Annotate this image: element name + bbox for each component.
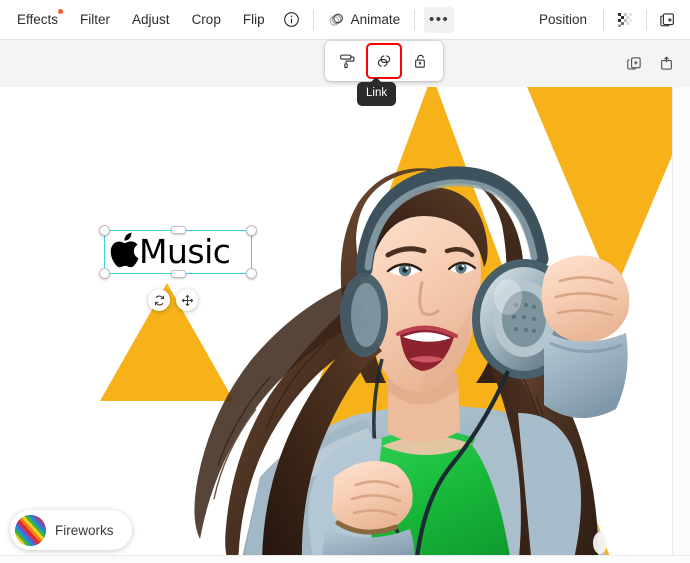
fireworks-app-button[interactable]: Fireworks: [10, 510, 132, 550]
resize-handle-bottom-center[interactable]: [171, 270, 186, 278]
link-tooltip: Link: [357, 77, 397, 106]
top-toolbar: Effects Filter Adjust Crop Flip Animate …: [0, 0, 690, 40]
toolbar-item-filter-label: Filter: [80, 11, 111, 27]
canvas-bottom-gutter: [0, 555, 690, 563]
toolbar-item-flip-label: Flip: [242, 11, 265, 27]
toolbar-item-effects[interactable]: Effects: [8, 7, 67, 33]
animate-icon: [327, 11, 345, 29]
paint-roller-icon: [338, 52, 357, 71]
animate-button[interactable]: Animate: [321, 7, 410, 33]
selection-context-toolbar: [325, 41, 443, 81]
app-window: Effects Filter Adjust Crop Flip Animate …: [0, 0, 690, 563]
resize-handle-top-left[interactable]: [99, 225, 110, 236]
toolbar-divider-3: [603, 9, 604, 30]
resize-handle-top-center[interactable]: [171, 226, 186, 234]
link-button[interactable]: [365, 43, 402, 79]
resize-handle-top-right[interactable]: [246, 225, 257, 236]
fireworks-label: Fireworks: [55, 522, 114, 538]
artboard[interactable]: Music: [0, 87, 672, 555]
transparency-checkerboard-icon[interactable]: [611, 6, 639, 34]
apple-logo-icon: [107, 232, 141, 272]
resize-handle-bottom-left[interactable]: [99, 268, 110, 279]
more-options-label: •••: [428, 10, 450, 28]
format-painter-button[interactable]: [332, 46, 362, 76]
position-button[interactable]: Position: [530, 7, 596, 33]
apple-music-logo: Music: [105, 231, 251, 273]
add-page-icon[interactable]: [652, 49, 680, 77]
music-text: Music: [139, 232, 231, 271]
move-handle-button[interactable]: [176, 289, 198, 311]
toolbar-item-crop-label: Crop: [191, 11, 221, 27]
toolbar-divider-4: [646, 9, 647, 30]
canvas-area[interactable]: Music: [0, 87, 690, 563]
toolbar-item-filter[interactable]: Filter: [71, 7, 119, 33]
toolbar-item-adjust[interactable]: Adjust: [123, 7, 179, 33]
fireworks-logo-icon: [15, 514, 46, 546]
move-arrows-icon: [181, 294, 194, 307]
link-tooltip-label: Link: [366, 87, 388, 99]
duplicate-page-icon[interactable]: [654, 6, 682, 34]
toolbar-item-effects-label: Effects: [17, 11, 59, 27]
toolbar-item-adjust-label: Adjust: [132, 11, 170, 27]
canvas-right-gutter[interactable]: [672, 87, 690, 563]
more-options-button[interactable]: •••: [424, 6, 455, 33]
secondary-toolbar-actions: [620, 49, 680, 77]
copy-page-icon[interactable]: [620, 49, 648, 77]
unlock-padlock-icon: [411, 52, 430, 71]
rotate-icon: [153, 294, 166, 307]
lock-button[interactable]: [406, 46, 436, 76]
toolbar-divider-2: [414, 9, 416, 30]
toolbar-item-crop[interactable]: Crop: [183, 7, 230, 33]
resize-handle-bottom-right[interactable]: [246, 268, 257, 279]
photo-woman-with-headphones[interactable]: [120, 147, 672, 555]
effects-badge-dot: [58, 8, 64, 14]
animate-label: Animate: [350, 12, 401, 27]
toolbar-item-flip[interactable]: Flip: [234, 7, 274, 33]
selected-element-apple-music-logo[interactable]: Music: [99, 225, 257, 279]
info-circle-icon[interactable]: [278, 6, 306, 34]
toolbar-divider-1: [312, 9, 314, 30]
position-label: Position: [538, 11, 587, 27]
link-chain-icon: [374, 51, 394, 71]
rotate-handle-button[interactable]: [148, 289, 170, 311]
